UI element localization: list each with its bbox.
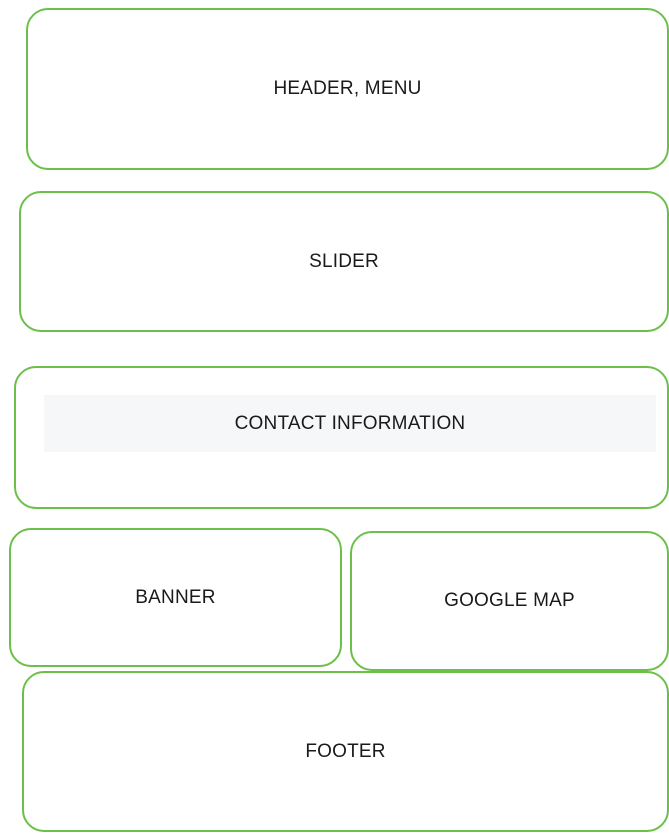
banner-block: BANNER bbox=[9, 528, 342, 667]
header-menu-label: HEADER, MENU bbox=[273, 78, 422, 99]
slider-block: SLIDER bbox=[19, 191, 669, 332]
google-map-block: GOOGLE MAP bbox=[350, 531, 669, 671]
banner-label: BANNER bbox=[135, 586, 216, 608]
contact-information-label: CONTACT INFORMATION bbox=[234, 412, 466, 434]
contact-information-block: CONTACT INFORMATION bbox=[14, 366, 669, 509]
footer-label: FOOTER bbox=[305, 740, 386, 762]
google-map-label: GOOGLE MAP bbox=[444, 590, 575, 611]
header-menu-block: HEADER, MENU bbox=[26, 8, 669, 170]
contact-information-band: CONTACT INFORMATION bbox=[44, 395, 656, 452]
footer-block: FOOTER bbox=[22, 671, 669, 832]
slider-label: SLIDER bbox=[309, 250, 379, 272]
